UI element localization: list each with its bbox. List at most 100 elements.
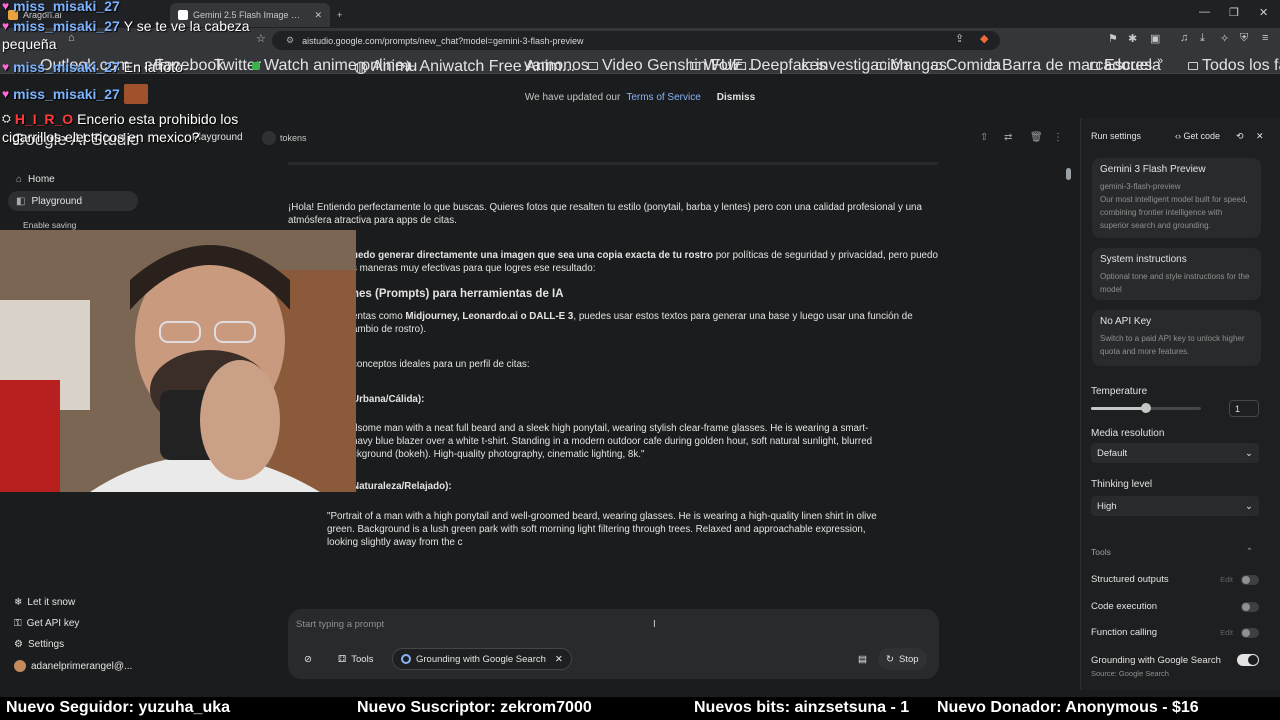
token-counter: tokens [262, 130, 322, 146]
account-button[interactable]: adanelprimerangel@... [14, 660, 132, 672]
api-key-card[interactable]: No API Key Switch to a paid API key to u… [1092, 310, 1261, 366]
file-icon: ▤ [858, 653, 867, 665]
let-it-snow-button[interactable]: ❄ Let it snow [14, 597, 75, 608]
webcam-image [0, 230, 356, 492]
new-tab-button[interactable]: + [337, 3, 342, 27]
stop-spinner-icon: ↻ [886, 653, 894, 665]
more-options-icon[interactable]: ⋮ [1053, 132, 1063, 143]
leo-icon[interactable]: ✧ [1220, 32, 1229, 45]
sidebar-item-home[interactable]: ⌂ Home [8, 169, 138, 189]
compare-icon[interactable]: ⇄ [1004, 132, 1012, 143]
chat-scrollbar[interactable] [1066, 168, 1071, 180]
chevron-down-icon: ⌄ [1245, 500, 1253, 512]
bookmarks-overflow-button[interactable]: » [1157, 55, 1163, 67]
attach-toggle-button[interactable]: ⊘ [296, 648, 320, 670]
media-resolution-select[interactable]: Default ⌄ [1091, 443, 1259, 463]
response-paragraph-1: ¡Hola! Entiendo perfectamente lo que bus… [288, 202, 922, 226]
enable-saving-link[interactable]: Enable saving [23, 220, 76, 230]
get-api-key-button[interactable]: ⚿ Get API key [14, 618, 79, 629]
prompt-input[interactable]: Start typing a prompt [296, 619, 384, 630]
all-bookmarks[interactable]: Todos los favoritos [1188, 57, 1280, 75]
dismiss-button[interactable]: Dismiss [717, 92, 755, 103]
snowflake-icon: ❄ [14, 597, 23, 608]
ticker-donation: Nuevo Donador: Anonymous - $16 [937, 699, 1199, 716]
response-paragraph-3-line2: ambio de rostro). [352, 324, 427, 335]
settings-button[interactable]: ⚙ Settings [14, 639, 64, 650]
tools-button[interactable]: ⚃ Tools [330, 648, 381, 670]
anime-favicon-icon [252, 62, 260, 70]
edit-structured-outputs-button[interactable]: Edit [1220, 575, 1233, 584]
close-panel-icon[interactable]: ✕ [1256, 131, 1264, 142]
close-window-icon[interactable]: ✕ [1259, 6, 1268, 19]
terms-banner: We have updated our Terms of Service Dis… [524, 91, 756, 103]
media-icon[interactable]: ♫ [1180, 32, 1188, 44]
grounding-toggle[interactable] [1237, 654, 1259, 666]
terms-link[interactable]: Terms of Service [626, 92, 700, 103]
aniwatch-icon: ✈ [402, 59, 416, 76]
ticker-follower: Nuevo Seguidor: yuzuha_uka [6, 699, 231, 716]
edit-function-calling-button[interactable]: Edit [1220, 628, 1233, 637]
site-info-icon[interactable]: ⚙ [286, 35, 294, 46]
tool-code-execution: Code execution [1091, 601, 1259, 612]
gear-icon: ⚙ [14, 639, 23, 650]
share-prompt-icon[interactable]: ⇧ [980, 132, 988, 143]
system-instructions-card[interactable]: System instructions Optional tone and st… [1092, 248, 1261, 300]
avatar [14, 660, 26, 672]
key-icon: ⚿ [14, 618, 22, 629]
prompt-example-2: "Portrait of a man with a high ponytail … [327, 511, 877, 548]
prompt-box[interactable] [288, 609, 939, 679]
folder-icon [932, 62, 942, 70]
share-icon[interactable]: ⇪ [955, 32, 964, 45]
response-paragraph-2-line2: s maneras muy efectivas para que logres … [352, 263, 596, 274]
badge-heart-icon: ♥ [2, 0, 10, 13]
folder-icon [988, 62, 998, 70]
menu-icon[interactable]: ≡ [1262, 32, 1268, 44]
code-execution-toggle[interactable] [1241, 601, 1259, 612]
response-heading-2: Urbana/Cálida): [352, 394, 425, 405]
url-field[interactable]: ⚙ aistudio.google.com/prompts/new_chat?m… [272, 31, 1000, 50]
bookmark-escuela[interactable]: Escuela [1090, 57, 1161, 75]
get-code-button[interactable]: ‹› Get code [1175, 131, 1220, 141]
thinking-level-label: Thinking level [1091, 479, 1153, 490]
stream-chat-line-4: ⛭ H_I_R_O Encerio esta prohibido los [2, 111, 239, 127]
sidebar-icon[interactable]: ▣ [1150, 32, 1160, 45]
text-cursor-icon: I [653, 619, 656, 630]
upload-file-button[interactable]: ▤ [850, 648, 875, 670]
remove-chip-icon[interactable]: ✕ [555, 654, 563, 665]
media-resolution-label: Media resolution [1091, 428, 1165, 439]
downloads-icon[interactable]: ⤓ [1200, 32, 1205, 45]
badge-icon: ⛭ [2, 112, 11, 125]
temperature-input[interactable]: 1 [1229, 400, 1259, 417]
response-heading-1: nes (Prompts) para herramientas de IA [352, 288, 564, 300]
extension-icon-1[interactable]: ⚑ [1108, 32, 1118, 45]
bookmark-icon[interactable]: ☆ [256, 32, 266, 45]
maximize-icon[interactable]: ❐ [1229, 6, 1239, 19]
grounding-chip[interactable]: Grounding with Google Search ✕ [392, 648, 572, 670]
bookmark-wow[interactable]: Wow [690, 57, 739, 75]
delete-icon[interactable]: 🗑 [1030, 132, 1043, 143]
structured-outputs-toggle[interactable] [1241, 574, 1259, 585]
vpn-icon[interactable]: ⛨ [1240, 32, 1248, 45]
bookmark-vamonos[interactable]: vamonos [524, 57, 589, 75]
response-heading-3: Naturaleza/Relajado): [352, 481, 452, 492]
tools-section-header[interactable]: Tools ⌃ [1091, 546, 1259, 557]
minimize-icon[interactable]: — [1199, 6, 1210, 18]
thinking-level-select[interactable]: High ⌄ [1091, 496, 1259, 516]
visibility-off-icon: ⊘ [304, 653, 312, 665]
webcam-overlay [0, 230, 356, 492]
close-tab-icon[interactable]: ✕ [314, 10, 322, 21]
model-selector-card[interactable]: Gemini 3 Flash Preview gemini-3-flash-pr… [1092, 158, 1261, 238]
extensions-icon[interactable]: ✱ [1128, 32, 1137, 45]
temperature-slider-knob[interactable] [1141, 403, 1151, 413]
function-calling-toggle[interactable] [1241, 627, 1259, 638]
stream-chat-line-2: ♥ miss_misaki_27 En la foto [2, 59, 183, 75]
folder-icon [1090, 62, 1100, 70]
ticker-subscriber: Nuevo Suscriptor: zekrom7000 [357, 699, 592, 716]
prompt-example-1-l1: dsome man with a neat full beard and a s… [352, 423, 869, 434]
brave-shield-icon[interactable]: ◆ [980, 32, 988, 45]
prompt-example-1-l2: navy blue blazer over a white t-shirt. S… [352, 436, 873, 447]
tool-structured-outputs: Structured outputs Edit [1091, 574, 1259, 585]
stop-button[interactable]: ↻ Stop [878, 648, 927, 670]
reset-icon[interactable]: ⟲ [1236, 131, 1244, 142]
sidebar-item-playground[interactable]: ◧ Playground [8, 191, 138, 211]
